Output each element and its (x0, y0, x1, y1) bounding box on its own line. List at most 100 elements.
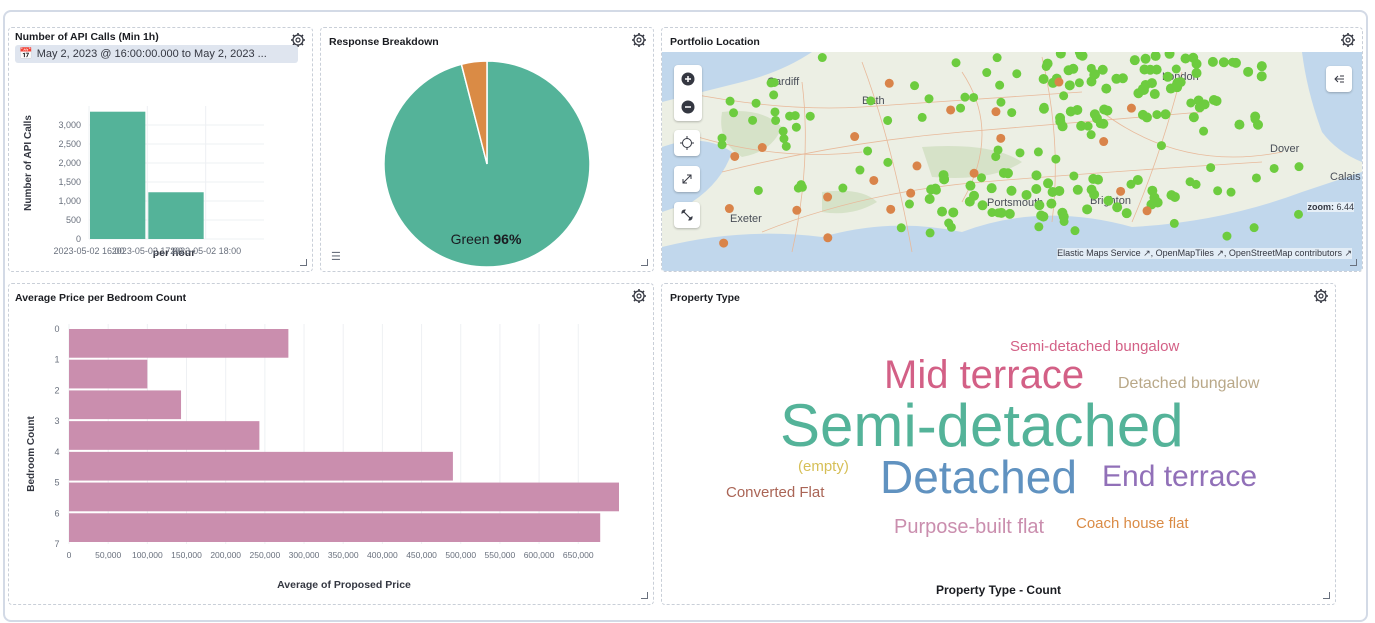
resize-handle[interactable] (1350, 259, 1357, 266)
map-point (1031, 170, 1042, 181)
word-detached[interactable]: Detached (880, 454, 1077, 500)
resize-handle[interactable] (300, 259, 307, 266)
map-point (1234, 119, 1245, 130)
map-point (1162, 71, 1173, 82)
y-tick-label: 5 (54, 478, 59, 488)
map-point (883, 115, 893, 125)
bar (69, 329, 289, 358)
word-mid-terrace[interactable]: Mid terrace (884, 355, 1084, 395)
word-semi-detached[interactable]: Semi-detached (780, 396, 1184, 456)
panel-title: Number of API Calls (Min 1h) (15, 31, 159, 43)
expand-icon[interactable] (674, 166, 700, 192)
map-point (1199, 99, 1210, 110)
word-purpose-built-flat[interactable]: Purpose-built flat (894, 517, 1044, 537)
map-point (1086, 63, 1096, 73)
map-point (1089, 109, 1100, 120)
resize-handle[interactable] (641, 592, 648, 599)
layers-collapse-icon[interactable] (1326, 66, 1352, 92)
bar (69, 451, 453, 481)
wordcloud-footer: Property Type - Count (935, 583, 1062, 597)
x-tick-label: 0 (67, 550, 72, 560)
map-point (769, 90, 779, 100)
map-point (993, 145, 1003, 155)
word-empty[interactable]: (empty) (798, 459, 849, 474)
y-tick-label: 1,000 (58, 196, 81, 206)
map-point (1166, 190, 1177, 201)
map-point (991, 107, 1001, 117)
word-end-terrace[interactable]: End terrace (1102, 462, 1257, 492)
bar (69, 390, 182, 420)
y-tick-label: 4 (54, 447, 59, 457)
word-coach-house-flat[interactable]: Coach house flat (1076, 516, 1189, 531)
map-point (817, 53, 827, 63)
map-point (1111, 73, 1122, 84)
map-point (1172, 82, 1183, 93)
map-point (960, 92, 970, 102)
map-point (805, 111, 815, 121)
map-point (1021, 189, 1032, 200)
gear-icon[interactable] (1313, 288, 1329, 304)
map-point (785, 111, 795, 121)
map-point (863, 146, 873, 156)
map-point (823, 233, 833, 243)
map-canvas[interactable]: CardiffBathLondonDoverCalaisExeterPortsm… (662, 52, 1362, 271)
map-point (1208, 95, 1219, 106)
x-tick-label: 150,000 (171, 550, 202, 560)
zoom-label: zoom: (1307, 202, 1334, 212)
map-point (884, 78, 894, 88)
map-point (925, 228, 935, 238)
map-point (791, 122, 801, 132)
word-converted-flat[interactable]: Converted Flat (726, 485, 824, 500)
map-point (1057, 121, 1068, 132)
map-point (1047, 186, 1058, 197)
bar (90, 111, 146, 239)
zoom-value: 6.44 (1336, 202, 1354, 212)
map-point (964, 196, 975, 207)
resize-handle[interactable] (1323, 592, 1330, 599)
map-point (1249, 223, 1259, 233)
map-point (1228, 57, 1238, 67)
map-point (912, 161, 922, 171)
x-tick-label: 400,000 (367, 550, 398, 560)
map-point (965, 180, 976, 191)
minus-icon[interactable] (674, 93, 702, 121)
bar (148, 192, 204, 239)
x-tick-label: 300,000 (289, 550, 320, 560)
map-point (1185, 177, 1195, 187)
slice-label-pct: 96% (493, 231, 522, 247)
map-point (1126, 179, 1136, 189)
map-point (1065, 106, 1076, 117)
map-point (1140, 53, 1151, 64)
crosshair-icon[interactable] (674, 130, 700, 156)
wrench-icon[interactable] (674, 202, 700, 228)
gear-icon[interactable] (1340, 32, 1356, 48)
map-point (838, 183, 848, 193)
map-point (866, 96, 876, 106)
map-point (946, 105, 956, 115)
map-point (1146, 78, 1157, 89)
gear-icon[interactable] (631, 288, 647, 304)
map-point (1034, 222, 1044, 232)
map-point (1129, 55, 1140, 66)
word-detached-bungalow[interactable]: Detached bungalow (1118, 376, 1259, 392)
map-point (993, 208, 1003, 218)
map-point (730, 151, 740, 161)
list-icon[interactable]: ☰ (331, 250, 341, 263)
plus-icon[interactable] (674, 65, 702, 93)
map-point (986, 183, 997, 194)
word-semi-detached-bungalow[interactable]: Semi-detached bungalow (1010, 339, 1179, 354)
resize-handle[interactable] (641, 259, 648, 266)
map-point (1218, 57, 1229, 68)
bar (69, 359, 148, 389)
date-range-picker[interactable]: 📅 May 2, 2023 @ 16:00:00.000 to May 2, 20… (15, 45, 298, 63)
map-point (931, 185, 941, 195)
map-point (1222, 231, 1232, 241)
map-point (1171, 64, 1181, 74)
x-tick-label: 500,000 (445, 550, 476, 560)
map-point (792, 205, 802, 215)
y-tick-label: 7 (54, 539, 59, 549)
y-tick-label: 6 (54, 508, 59, 518)
map-point (906, 188, 916, 198)
map-attribution[interactable]: Elastic Maps Service ↗, OpenMapTiles ↗, … (1057, 248, 1352, 259)
map-point (1082, 204, 1093, 215)
